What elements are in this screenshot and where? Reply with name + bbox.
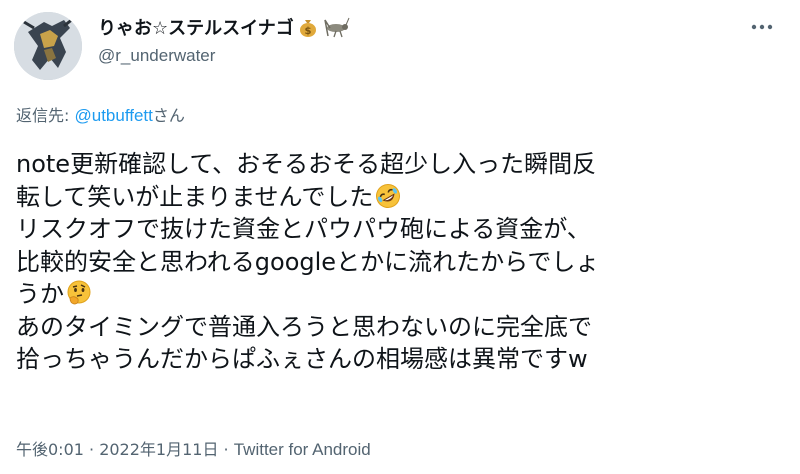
tweet-line-text: note更新確認して、おそるおそる超少し入った瞬間反: [16, 150, 597, 178]
robot-figure-icon: [14, 12, 82, 80]
reply-context: 返信先: @utbuffettさん: [16, 102, 185, 126]
tweet-text: note更新確認して、おそるおそる超少し入った瞬間反 転して笑いが止まりませんで…: [16, 148, 786, 376]
tweet-line-text: あのタイミングで普通入ろうと思わないのに完全底で: [16, 312, 592, 341]
tweet-line: note更新確認して、おそるおそる超少し入った瞬間反: [16, 148, 786, 181]
author-display-name[interactable]: りゃお☆ステルスイナゴ: [98, 14, 294, 40]
grasshopper-icon: [322, 16, 350, 38]
tweet-source-link[interactable]: Twitter for Android: [234, 440, 371, 459]
reply-mention-link[interactable]: @utbuffett: [74, 106, 152, 125]
tweet-metadata: 午後0:01 · 2022年1月11日 · Twitter for Androi…: [16, 436, 371, 460]
tweet-line: 比較的安全と思われるgoogleとかに流れたからでしょ: [16, 246, 786, 279]
author-handle[interactable]: @r_underwater: [98, 46, 215, 66]
reply-suffix: さん: [152, 106, 185, 125]
thinking-face-emoji: [66, 280, 92, 306]
author-name-row[interactable]: りゃお☆ステルスイナゴ $: [98, 14, 350, 40]
svg-text:$: $: [304, 26, 311, 37]
reply-prefix: 返信先:: [16, 106, 75, 125]
tweet-line: うか: [16, 278, 786, 311]
tweet-timestamp[interactable]: 午後0:01 · 2022年1月11日 ·: [16, 440, 234, 459]
more-options-icon[interactable]: [744, 12, 780, 42]
tweet-line-text: 拾っちゃうんだからぱふぇさんの相場感は異常ですw: [16, 345, 588, 373]
tweet-line-text: うか: [16, 280, 64, 308]
tweet-line: 拾っちゃうんだからぱふぇさんの相場感は異常ですw: [16, 343, 786, 376]
tweet-line-text: リスクオフで抜けた資金とパウパウ砲による資金が、: [16, 215, 591, 243]
avatar[interactable]: [14, 12, 82, 80]
tweet-line-text: 比較的安全と思われるgoogleとかに流れたからでしょ: [16, 247, 600, 276]
rolling-laughing-emoji: [375, 183, 401, 209]
tweet-line: リスクオフで抜けた資金とパウパウ砲による資金が、: [16, 213, 786, 246]
tweet-line: あのタイミングで普通入ろうと思わないのに完全底で: [16, 311, 786, 344]
tweet-line-text: 転して笑いが止まりませんでした: [16, 182, 374, 211]
money-bag-icon: $: [298, 16, 318, 38]
tweet-line: 転して笑いが止まりませんでした: [16, 181, 786, 214]
